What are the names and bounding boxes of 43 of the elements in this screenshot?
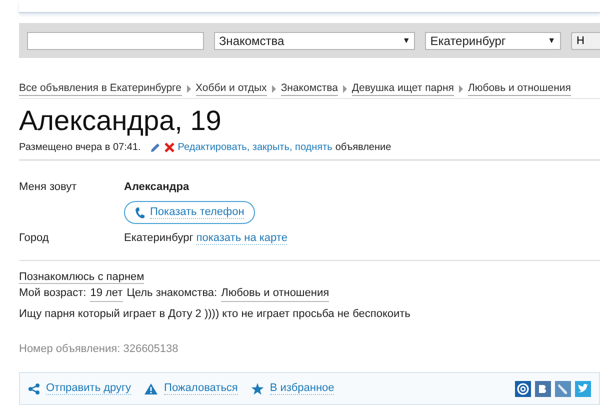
at-sign-icon[interactable]: [515, 380, 531, 396]
breadcrumb-link[interactable]: Девушка ищет парня: [352, 82, 454, 96]
breadcrumb-link[interactable]: Все объявления в Екатеринбурге: [19, 82, 182, 96]
chevron-icon: [186, 85, 190, 93]
share-icon: [28, 382, 40, 394]
field-value: Любовь и отношения: [221, 285, 330, 302]
field-label: Мой возраст:: [19, 286, 86, 301]
breadcrumb-link[interactable]: Хобби и отдых: [196, 82, 267, 96]
field-label: Меня зовут: [19, 181, 78, 193]
posted-date: Размещено вчера в 07:41.: [19, 142, 141, 153]
description-heading: Познакомлюсь с парнем: [19, 271, 144, 284]
phone-icon: [135, 206, 145, 218]
meta-text: объявление: [335, 142, 392, 153]
ad-number: Номер объявления: 326605138: [19, 343, 180, 355]
action-link[interactable]: В избранное: [270, 382, 334, 395]
action-link[interactable]: Отправить другу: [46, 382, 132, 395]
show-phone-button[interactable]: Показать телефон: [124, 201, 256, 224]
bird-logo-icon[interactable]: [575, 380, 591, 396]
breadcrumb-link[interactable]: Любовь и отношения: [468, 82, 571, 96]
search-field[interactable]: [27, 32, 204, 50]
vk-logo-icon[interactable]: [535, 380, 551, 396]
search-button[interactable]: Н: [570, 32, 600, 50]
star-icon: [250, 382, 264, 394]
map-link[interactable]: показать на карте: [196, 232, 288, 245]
description-text: Ищу парня который играет в Доту 2 )))) кто не играет просьба не беспокоить: [19, 308, 412, 320]
field-value: 19 лет: [90, 285, 123, 302]
warning-icon: [144, 382, 158, 394]
field-value: Александра: [124, 181, 190, 193]
pencil-icon: [150, 142, 161, 153]
pencil-logo-icon[interactable]: [555, 380, 571, 396]
edit-link[interactable]: Редактировать, закрыть, поднять: [178, 142, 332, 153]
chevron-icon: [272, 85, 276, 93]
dropdown[interactable]: Екатеринбург ▼: [425, 32, 561, 50]
breadcrumb-link[interactable]: Знакомства: [280, 82, 338, 96]
dropdown[interactable]: Знакомства ▼: [214, 32, 416, 50]
ad-title: Александра, 19: [19, 104, 222, 138]
field-label: Цель знакомства:: [126, 286, 218, 301]
chevron-icon: [342, 85, 347, 93]
field-value: Екатеринбург: [124, 232, 194, 244]
close-icon: [164, 142, 175, 153]
chevron-icon: [458, 85, 463, 93]
field-label: Город: [19, 232, 50, 244]
action-link[interactable]: Пожаловаться: [164, 382, 238, 395]
